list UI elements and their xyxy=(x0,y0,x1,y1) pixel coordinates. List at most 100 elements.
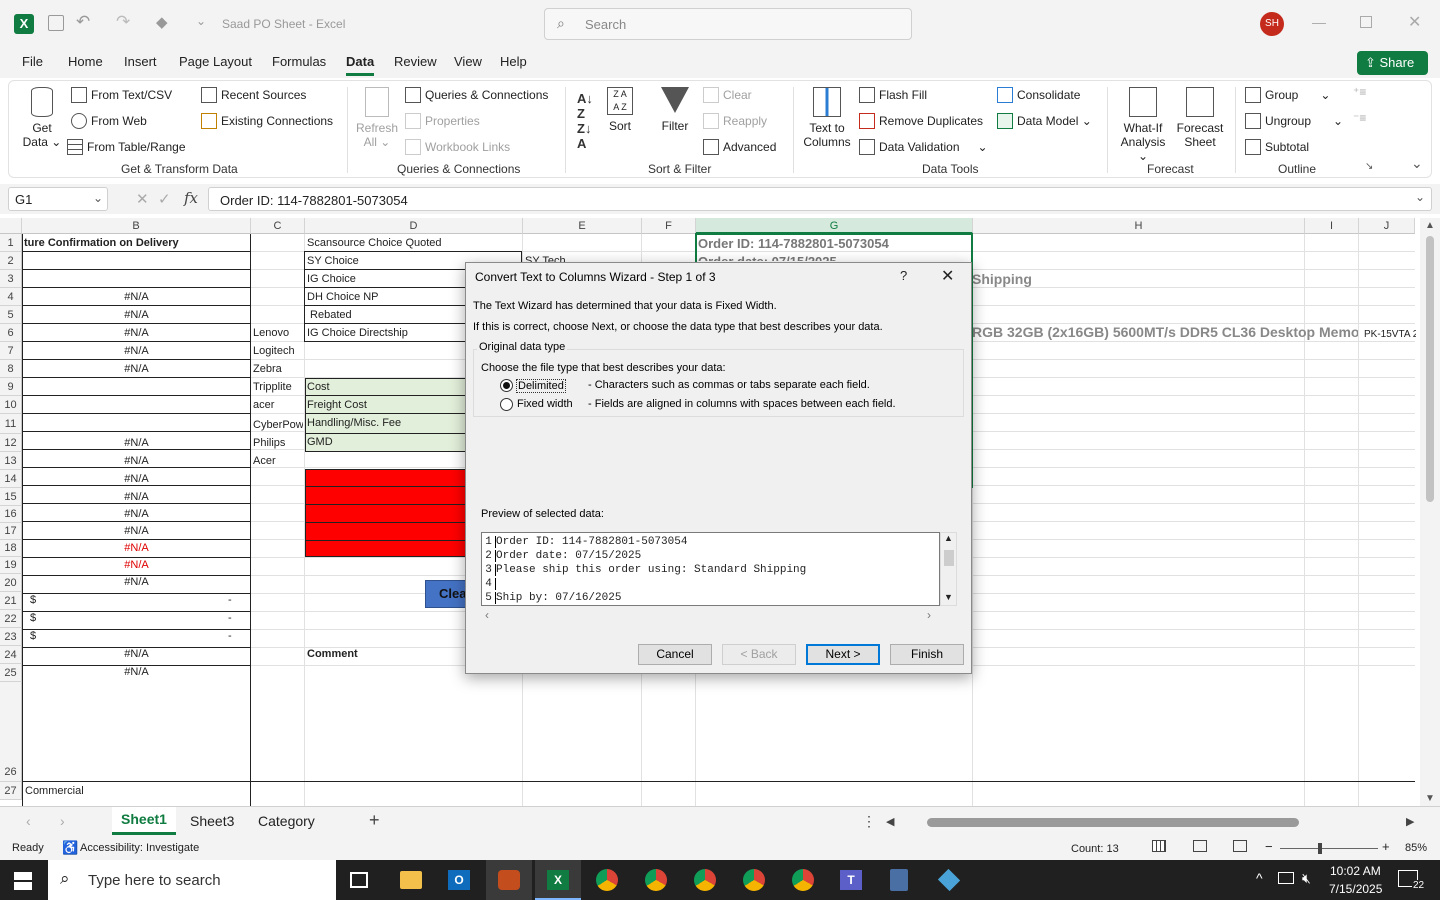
volume-icon[interactable]: 🔇︎ xyxy=(1302,870,1311,887)
existing-connections-button[interactable]: Existing Connections xyxy=(201,113,333,129)
column-header-g[interactable]: G xyxy=(696,218,973,234)
row-header[interactable]: 17 xyxy=(0,523,22,540)
next-button[interactable]: Next > xyxy=(806,644,880,665)
tab-formulas[interactable]: Formulas xyxy=(272,54,326,76)
cell-c8[interactable]: Zebra xyxy=(253,361,303,378)
zoom-app-icon[interactable] xyxy=(486,860,532,900)
cell-b14[interactable]: #N/A xyxy=(22,471,251,488)
file-explorer-icon[interactable] xyxy=(400,871,422,889)
outlook-icon[interactable]: O xyxy=(448,870,470,890)
row-header[interactable]: 15 xyxy=(0,488,22,506)
row-header[interactable]: 20 xyxy=(0,574,22,592)
chrome-icon[interactable] xyxy=(694,869,716,891)
remove-duplicates-button[interactable]: Remove Duplicates xyxy=(859,113,983,129)
scroll-down-icon[interactable]: ▼ xyxy=(944,592,953,602)
page-layout-view-icon[interactable] xyxy=(1193,840,1207,852)
cell-d24[interactable]: Comment xyxy=(307,646,358,663)
row-header[interactable]: 24 xyxy=(0,646,22,664)
cell-b13[interactable]: #N/A xyxy=(22,453,251,470)
column-header-d[interactable]: D xyxy=(305,218,523,234)
tab-review[interactable]: Review xyxy=(394,54,437,76)
cell-d4[interactable]: DH Choice NP xyxy=(307,289,379,306)
cell-b25[interactable]: #N/A xyxy=(22,664,251,681)
from-table-button[interactable]: From Table/Range xyxy=(67,139,186,155)
row-header[interactable]: 9 xyxy=(0,378,22,396)
fixed-width-label[interactable]: Fixed width xyxy=(517,398,573,410)
tab-data[interactable]: Data xyxy=(346,54,375,76)
clock-date[interactable]: 7/15/2025 xyxy=(1329,882,1382,896)
cell-b6[interactable]: #N/A xyxy=(22,325,251,342)
scroll-up-icon[interactable]: ▲ xyxy=(1425,220,1435,231)
scroll-right-icon[interactable]: ▶ xyxy=(1406,815,1414,828)
vertical-scrollbar[interactable]: ▲ ▼ xyxy=(1420,218,1440,806)
tab-file[interactable]: File xyxy=(22,54,43,76)
row-header[interactable]: 13 xyxy=(0,452,22,470)
row-header[interactable]: 10 xyxy=(0,396,22,414)
from-web-button[interactable]: From Web xyxy=(71,113,147,129)
close-icon[interactable]: ✕ xyxy=(941,266,954,286)
outline-launcher-icon[interactable]: ↘ xyxy=(1365,161,1373,172)
cell-b22-value[interactable]: - xyxy=(228,610,232,627)
next-sheet-icon[interactable]: › xyxy=(60,813,65,829)
chrome-icon[interactable] xyxy=(645,869,667,891)
row-header[interactable]: 26 xyxy=(0,682,22,782)
formula-input[interactable]: Order ID: 114-7882801-5073054 ⌄ xyxy=(208,187,1432,211)
preview-box[interactable]: 1 Order ID: 114-7882801-5073054 2 Order da… xyxy=(481,532,940,606)
accessibility-status[interactable]: Accessibility: Investigate xyxy=(80,842,199,854)
cell-b4[interactable]: #N/A xyxy=(22,289,251,306)
scroll-left-icon[interactable]: ◀ xyxy=(886,815,894,828)
cell-c7[interactable]: Logitech xyxy=(253,343,303,360)
chrome-icon[interactable] xyxy=(596,869,618,891)
row-header[interactable]: 21 xyxy=(0,592,22,610)
windows-start-icon[interactable] xyxy=(14,872,32,890)
task-view-icon[interactable] xyxy=(350,872,368,888)
tab-insert[interactable]: Insert xyxy=(124,54,157,76)
row-header[interactable]: 7 xyxy=(0,342,22,360)
cell-d10[interactable]: Freight Cost xyxy=(307,397,367,414)
cell-b5[interactable]: #N/A xyxy=(22,307,251,324)
radio-delimited[interactable] xyxy=(500,379,513,392)
excel-taskbar-icon[interactable]: X xyxy=(535,860,581,900)
finish-button[interactable]: Finish xyxy=(890,644,964,665)
calculator-icon[interactable] xyxy=(890,869,908,891)
page-break-view-icon[interactable] xyxy=(1233,840,1247,852)
chrome-icon[interactable] xyxy=(743,869,765,891)
cell-c9[interactable]: Tripplite xyxy=(253,379,303,396)
preview-hscroll[interactable]: ‹ › xyxy=(481,606,940,623)
row-header[interactable]: 12 xyxy=(0,434,22,452)
column-header-e[interactable]: E xyxy=(523,218,642,234)
row-header[interactable]: 3 xyxy=(0,270,22,288)
cell-b1[interactable]: ture Confirmation on Delivery xyxy=(24,235,179,252)
cancel-button[interactable]: Cancel xyxy=(638,644,712,665)
sort-desc-icon[interactable]: Z↓ A xyxy=(577,121,591,151)
preview-scroll-thumb[interactable] xyxy=(944,550,954,566)
cell-c11[interactable]: CyberPow xyxy=(253,417,303,434)
group-button[interactable]: Group ⌄ xyxy=(1245,87,1330,103)
data-model-button[interactable]: Data Model ⌄ xyxy=(997,113,1092,129)
row-header[interactable]: 27 xyxy=(0,782,22,800)
row-header[interactable]: 23 xyxy=(0,628,22,646)
cell-h3[interactable]: Shipping xyxy=(972,271,1032,288)
zoom-slider[interactable] xyxy=(1280,848,1378,849)
chrome-icon[interactable] xyxy=(792,869,814,891)
row-header[interactable]: 5 xyxy=(0,306,22,324)
forecast-sheet-button[interactable]: Forecast Sheet xyxy=(1175,87,1225,149)
scroll-left-icon[interactable]: ‹ xyxy=(485,608,489,622)
row-header[interactable]: 11 xyxy=(0,414,22,434)
cell-d1[interactable]: Scansource Choice Quoted xyxy=(307,235,442,252)
cell-i6[interactable]: PK-15VTA 2 xyxy=(1364,326,1416,343)
help-icon[interactable]: ? xyxy=(900,268,907,283)
cell-b22-currency[interactable]: $ xyxy=(30,610,36,627)
text-to-columns-button[interactable]: Text to Columns xyxy=(801,87,853,149)
cell-b21-value[interactable]: - xyxy=(228,592,232,609)
horizontal-scrollbar[interactable] xyxy=(927,818,1299,827)
close-icon[interactable]: ✕ xyxy=(1408,12,1421,32)
cell-c10[interactable]: acer xyxy=(253,397,303,414)
filter-button[interactable]: Filter xyxy=(657,87,693,133)
network-icon[interactable] xyxy=(1278,872,1294,884)
zoom-level[interactable]: 85% xyxy=(1405,842,1427,854)
cell-b12[interactable]: #N/A xyxy=(22,435,251,452)
column-header-f[interactable]: F xyxy=(642,218,696,234)
ungroup-button[interactable]: Ungroup ⌄ xyxy=(1245,113,1343,129)
select-all-corner[interactable] xyxy=(0,218,22,234)
